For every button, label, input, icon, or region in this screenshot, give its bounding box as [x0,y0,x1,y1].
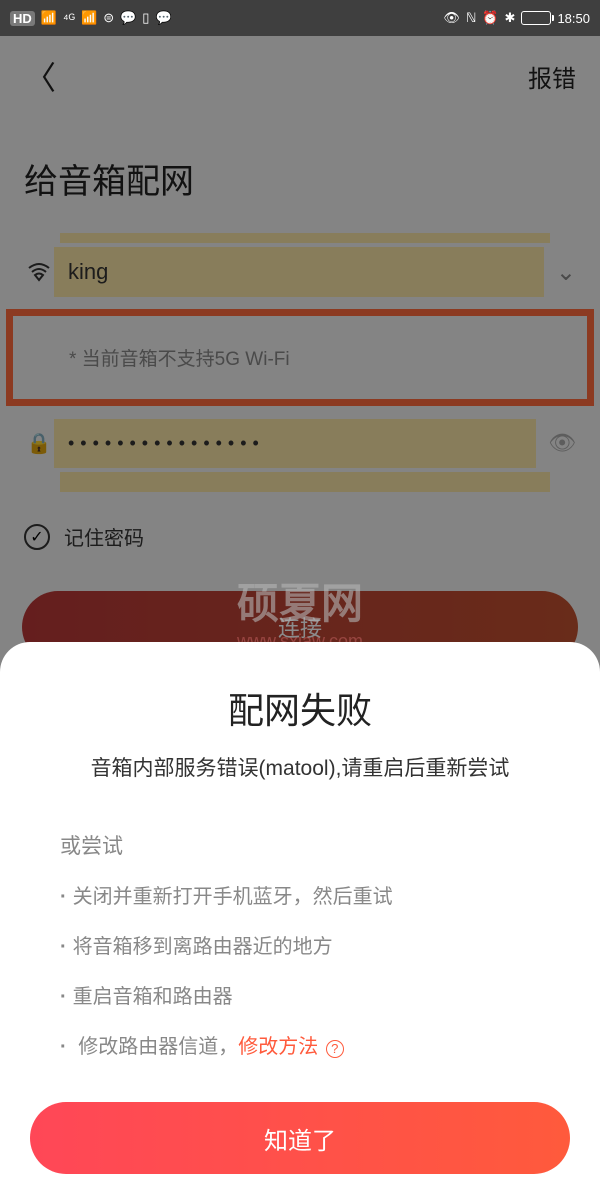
modal-tip: 重启音箱和路由器 [60,982,570,1012]
watermark-main: 硕夏网 [237,570,363,631]
signal-icon: 📶 [41,10,57,26]
modify-method-link[interactable]: 修改方法 [238,1036,318,1058]
tip4-prefix: 修改路由器信道， [78,1036,238,1058]
modal-tip: 将音箱移到离路由器近的地方 [60,932,570,962]
modal-try-label: 或尝试 [30,830,570,860]
modal-title: 配网失败 [30,682,570,734]
hd-badge: HD [10,11,35,26]
status-left: HD 📶 ⁴ᴳ 📶 ⊜ 💬 ▯ 💬 [10,10,172,26]
modal-button-label: 知道了 [264,1121,336,1156]
signal-4g: ⁴ᴳ [63,11,75,26]
alarm-icon: ⏰ [482,10,498,26]
eye-status-icon: 👁 [443,10,460,26]
status-time: 18:50 [557,11,590,26]
modal-tip: 修改路由器信道，修改方法 ? [60,1032,570,1062]
wechat-icon: 💬 [120,10,136,26]
nfc-icon: ℕ [466,10,476,26]
bluetooth-icon: ✱ [505,10,516,26]
modal-confirm-button[interactable]: 知道了 [30,1102,570,1174]
help-icon[interactable]: ? [326,1040,344,1058]
message-icon: 💬 [155,10,171,26]
modal-subtitle: 音箱内部服务错误(matool),请重启后重新尝试 [30,752,570,782]
status-right: 👁 ℕ ⏰ ✱ 18:50 [443,10,590,26]
status-bar: HD 📶 ⁴ᴳ 📶 ⊜ 💬 ▯ 💬 👁 ℕ ⏰ ✱ 18:50 [0,0,600,36]
modal-tip: 关闭并重新打开手机蓝牙，然后重试 [60,882,570,912]
battery-small-icon: ▯ [142,10,149,26]
failure-modal: 配网失败 音箱内部服务错误(matool),请重启后重新尝试 或尝试 关闭并重新… [0,642,600,1204]
watermark: 硕夏网 www.sxiaw.com [237,570,363,652]
battery-icon [521,11,551,25]
modal-tips-list: 关闭并重新打开手机蓝牙，然后重试 将音箱移到离路由器近的地方 重启音箱和路由器 … [30,882,570,1062]
signal-icon-2: 📶 [81,10,97,26]
wifi-status-icon: ⊜ [103,10,114,26]
